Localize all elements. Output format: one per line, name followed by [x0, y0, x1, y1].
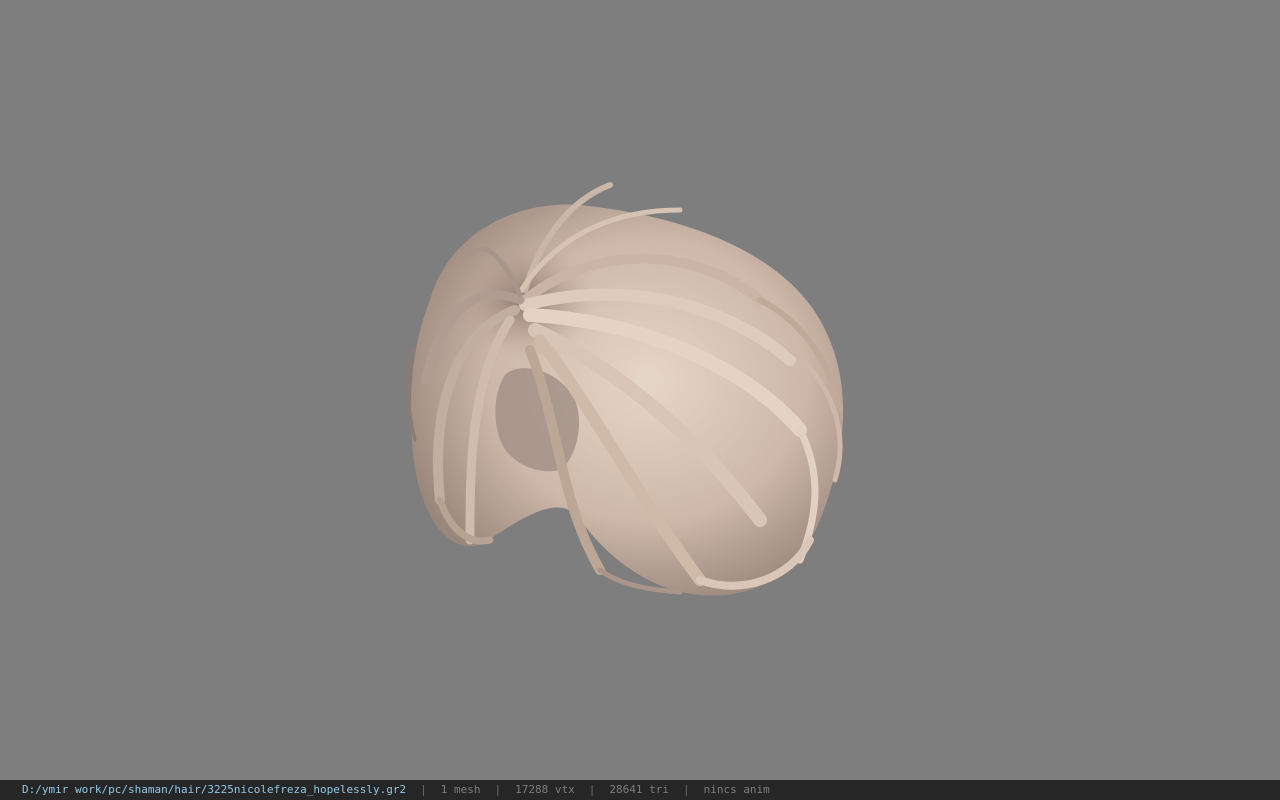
file-path: D:/ymir work/pc/shaman/hair/3225nicolefr… — [22, 783, 407, 796]
separator: | — [420, 783, 427, 796]
separator: | — [682, 783, 690, 796]
3d-viewport[interactable] — [0, 0, 1280, 780]
status-bar: D:/ymir work/pc/shaman/hair/3225nicolefr… — [0, 780, 1280, 800]
vertex-count: 17288 vtx — [515, 783, 575, 796]
anim-status: nincs anim — [703, 783, 770, 796]
triangle-count: 28641 tri — [609, 783, 669, 796]
hair-model[interactable] — [0, 0, 1280, 780]
separator: | — [588, 783, 596, 796]
separator: | — [494, 783, 502, 796]
mesh-count: 1 mesh — [440, 783, 481, 796]
